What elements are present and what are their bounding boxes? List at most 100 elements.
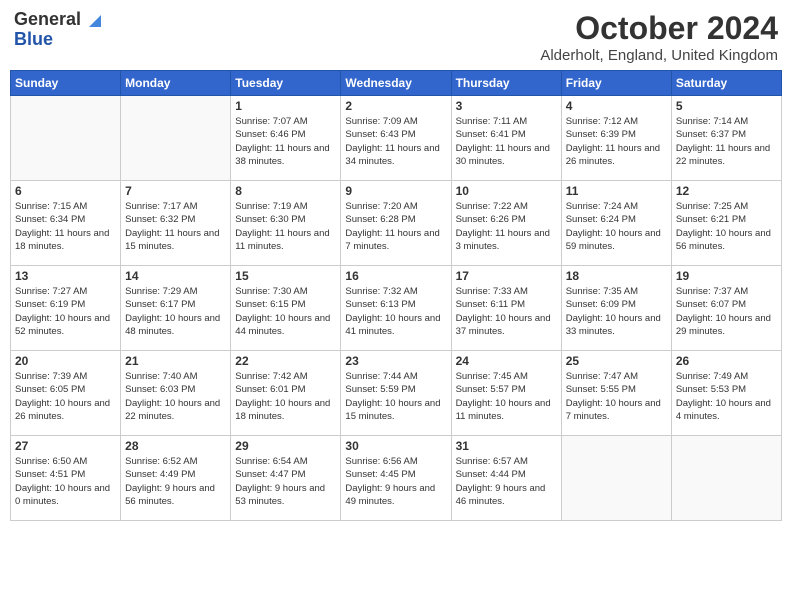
day-info: Sunrise: 7:12 AM Sunset: 6:39 PM Dayligh… [566,115,667,168]
calendar-cell: 24Sunrise: 7:45 AM Sunset: 5:57 PM Dayli… [451,351,561,436]
calendar-cell: 21 Sunrise: 7:40 AM Sunset: 6:03 PM Dayli… [121,351,231,436]
day-info: Sunrise: 7:29 AM Sunset: 6:17 PM Dayligh… [125,285,226,338]
day-info: Sunrise: 7:27 AM Sunset: 6:19 PM Dayligh… [15,285,116,338]
calendar-cell: 16 Sunrise: 7:32 AM Sunset: 6:13 PM Dayli… [341,266,451,351]
day-info: Sunrise: 7:44 AM Sunset: 5:59 PM Dayligh… [345,370,446,423]
weekday-header: Tuesday [231,71,341,96]
day-number: 23 [345,354,446,368]
calendar-cell: 29 Sunrise: 6:54 AM Sunset: 4:47 PM Dayli… [231,436,341,521]
day-info: Sunrise: 6:52 AM Sunset: 4:49 PM Dayligh… [125,455,226,508]
logo-icon [83,9,103,29]
day-number: 22 [235,354,336,368]
day-info: Sunrise: 7:30 AM Sunset: 6:15 PM Dayligh… [235,285,336,338]
day-info: Sunrise: 7:42 AM Sunset: 6:01 PM Dayligh… [235,370,336,423]
calendar-cell: 14 Sunrise: 7:29 AM Sunset: 6:17 PM Dayli… [121,266,231,351]
day-info: Sunrise: 7:17 AM Sunset: 6:32 PM Dayligh… [125,200,226,253]
day-info: Sunrise: 7:19 AM Sunset: 6:30 PM Dayligh… [235,200,336,253]
weekday-header: Sunday [11,71,121,96]
day-info: Sunrise: 7:40 AM Sunset: 6:03 PM Dayligh… [125,370,226,423]
week-row-2: 6 Sunrise: 7:15 AM Sunset: 6:34 PM Daylig… [11,181,782,266]
page-header: General Blue October 2024 Alderholt, Eng… [10,10,782,64]
weekday-header: Friday [561,71,671,96]
calendar-table: SundayMondayTuesdayWednesdayThursdayFrid… [10,70,782,521]
calendar-cell: 23 Sunrise: 7:44 AM Sunset: 5:59 PM Dayli… [341,351,451,436]
day-number: 5 [676,99,777,113]
day-info: Sunrise: 7:14 AM Sunset: 6:37 PM Dayligh… [676,115,777,168]
calendar-cell: 8 Sunrise: 7:19 AM Sunset: 6:30 PM Daylig… [231,181,341,266]
calendar-cell [561,436,671,521]
day-number: 9 [345,184,446,198]
day-info: Sunrise: 7:11 AM Sunset: 6:41 PM Dayligh… [456,115,557,168]
calendar-cell: 5 Sunrise: 7:14 AM Sunset: 6:37 PM Daylig… [671,96,781,181]
weekday-header-row: SundayMondayTuesdayWednesdayThursdayFrid… [11,71,782,96]
day-number: 28 [125,439,226,453]
calendar-cell: 3 Sunrise: 7:11 AM Sunset: 6:41 PM Daylig… [451,96,561,181]
day-number: 29 [235,439,336,453]
day-info: Sunrise: 7:49 AM Sunset: 5:53 PM Dayligh… [676,370,777,423]
day-number: 24 [456,354,557,368]
day-info: Sunrise: 7:37 AM Sunset: 6:07 PM Dayligh… [676,285,777,338]
week-row-4: 20 Sunrise: 7:39 AM Sunset: 6:05 PM Dayli… [11,351,782,436]
calendar-cell: 7 Sunrise: 7:17 AM Sunset: 6:32 PM Daylig… [121,181,231,266]
day-number: 17 [456,269,557,283]
day-info: Sunrise: 7:33 AM Sunset: 6:11 PM Dayligh… [456,285,557,338]
day-number: 14 [125,269,226,283]
day-number: 20 [15,354,116,368]
week-row-3: 13 Sunrise: 7:27 AM Sunset: 6:19 PM Dayli… [11,266,782,351]
day-info: Sunrise: 7:35 AM Sunset: 6:09 PM Dayligh… [566,285,667,338]
calendar-cell: 10 Sunrise: 7:22 AM Sunset: 6:26 PM Dayli… [451,181,561,266]
day-number: 6 [15,184,116,198]
day-number: 21 [125,354,226,368]
day-info: Sunrise: 6:57 AM Sunset: 4:44 PM Dayligh… [456,455,557,508]
day-number: 8 [235,184,336,198]
day-number: 18 [566,269,667,283]
weekday-header: Saturday [671,71,781,96]
day-info: Sunrise: 7:32 AM Sunset: 6:13 PM Dayligh… [345,285,446,338]
calendar-cell: 26Sunrise: 7:49 AM Sunset: 5:53 PM Dayli… [671,351,781,436]
day-number: 2 [345,99,446,113]
calendar-cell: 19 Sunrise: 7:37 AM Sunset: 6:07 PM Dayli… [671,266,781,351]
day-info: Sunrise: 7:22 AM Sunset: 6:26 PM Dayligh… [456,200,557,253]
day-number: 10 [456,184,557,198]
logo-general: General [14,10,81,30]
title-block: October 2024 Alderholt, England, United … [540,10,778,64]
day-number: 3 [456,99,557,113]
day-info: Sunrise: 7:47 AM Sunset: 5:55 PM Dayligh… [566,370,667,423]
calendar-cell: 1Sunrise: 7:07 AM Sunset: 6:46 PM Daylig… [231,96,341,181]
week-row-1: 1Sunrise: 7:07 AM Sunset: 6:46 PM Daylig… [11,96,782,181]
day-number: 7 [125,184,226,198]
calendar-cell: 20 Sunrise: 7:39 AM Sunset: 6:05 PM Dayli… [11,351,121,436]
day-info: Sunrise: 6:56 AM Sunset: 4:45 PM Dayligh… [345,455,446,508]
day-number: 1 [235,99,336,113]
weekday-header: Monday [121,71,231,96]
calendar-cell [11,96,121,181]
day-number: 15 [235,269,336,283]
calendar-cell: 15 Sunrise: 7:30 AM Sunset: 6:15 PM Dayli… [231,266,341,351]
day-info: Sunrise: 7:20 AM Sunset: 6:28 PM Dayligh… [345,200,446,253]
day-number: 16 [345,269,446,283]
logo: General Blue [14,10,103,50]
day-number: 19 [676,269,777,283]
weekday-header: Wednesday [341,71,451,96]
calendar-cell: 31 Sunrise: 6:57 AM Sunset: 4:44 PM Dayli… [451,436,561,521]
calendar-cell: 25 Sunrise: 7:47 AM Sunset: 5:55 PM Dayli… [561,351,671,436]
day-info: Sunrise: 6:54 AM Sunset: 4:47 PM Dayligh… [235,455,336,508]
day-info: Sunrise: 7:15 AM Sunset: 6:34 PM Dayligh… [15,200,116,253]
day-number: 27 [15,439,116,453]
logo-blue: Blue [14,30,53,50]
day-number: 13 [15,269,116,283]
day-number: 31 [456,439,557,453]
calendar-cell: 2 Sunrise: 7:09 AM Sunset: 6:43 PM Daylig… [341,96,451,181]
day-info: Sunrise: 7:39 AM Sunset: 6:05 PM Dayligh… [15,370,116,423]
day-number: 30 [345,439,446,453]
calendar-cell: 28 Sunrise: 6:52 AM Sunset: 4:49 PM Dayli… [121,436,231,521]
calendar-cell: 27Sunrise: 6:50 AM Sunset: 4:51 PM Dayli… [11,436,121,521]
calendar-cell: 17 Sunrise: 7:33 AM Sunset: 6:11 PM Dayli… [451,266,561,351]
calendar-cell: 18 Sunrise: 7:35 AM Sunset: 6:09 PM Dayli… [561,266,671,351]
day-info: Sunrise: 7:09 AM Sunset: 6:43 PM Dayligh… [345,115,446,168]
day-info: Sunrise: 7:25 AM Sunset: 6:21 PM Dayligh… [676,200,777,253]
calendar-cell: 22 Sunrise: 7:42 AM Sunset: 6:01 PM Dayli… [231,351,341,436]
calendar-cell: 11Sunrise: 7:24 AM Sunset: 6:24 PM Dayli… [561,181,671,266]
day-number: 25 [566,354,667,368]
day-number: 11 [566,184,667,198]
